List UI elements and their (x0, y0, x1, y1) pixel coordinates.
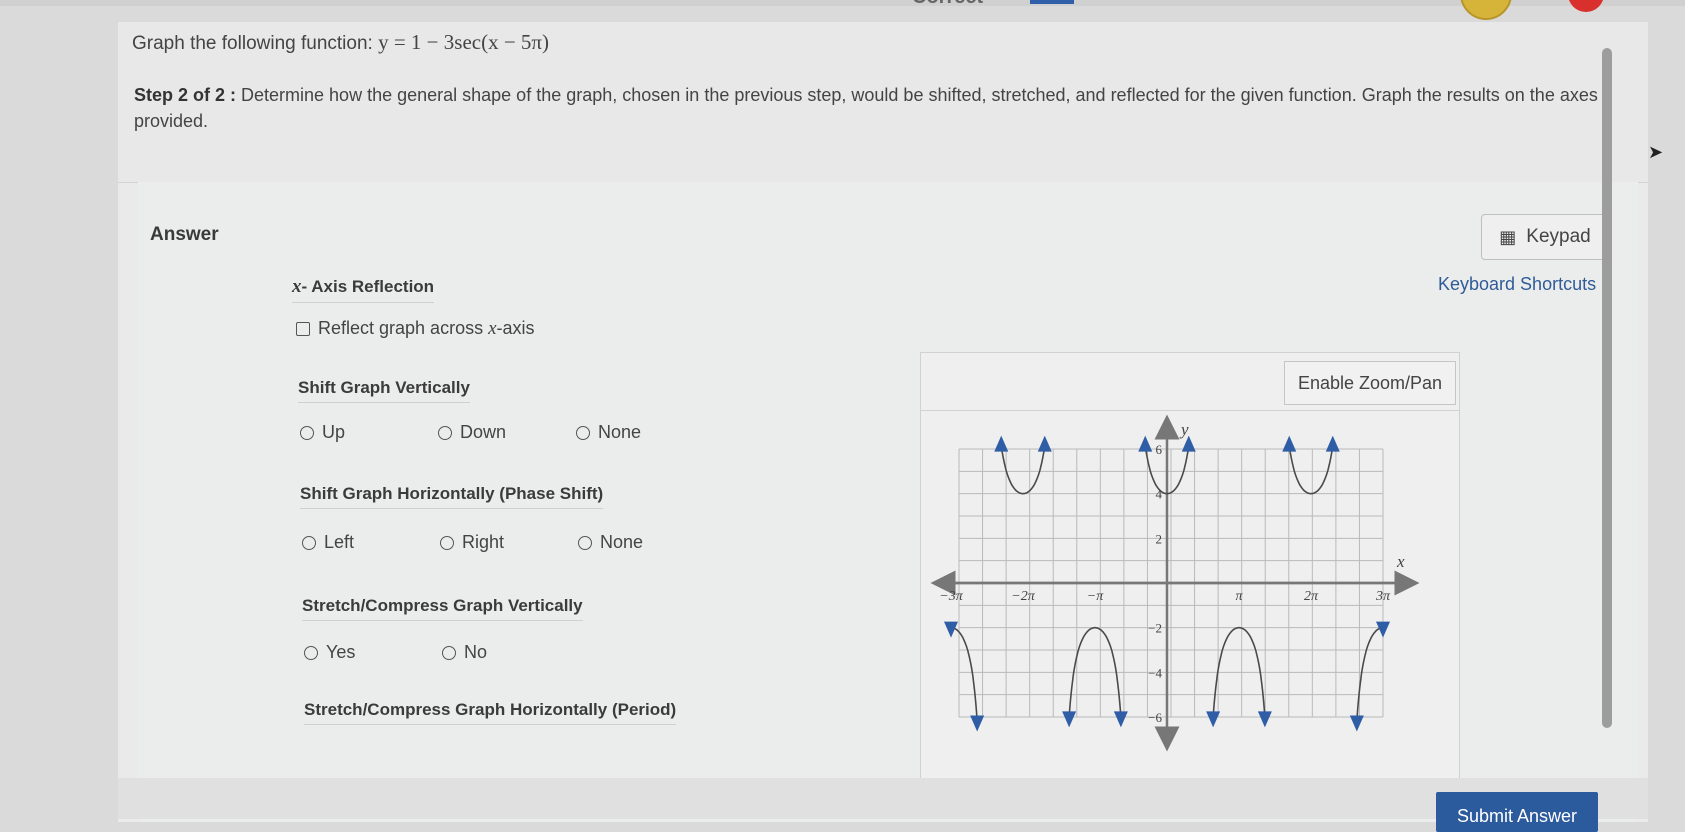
stretch-no-label: No (464, 642, 488, 662)
curve-arrow-down-icon (1113, 711, 1128, 728)
vertical-scrollbar[interactable] (1602, 48, 1612, 728)
curve-arrow-up-icon (1037, 435, 1052, 452)
x-tick-label: 2π (1304, 589, 1319, 604)
shift-right-option[interactable]: Right (440, 532, 504, 553)
enable-zoom-pan-button[interactable]: Enable Zoom/Pan (1284, 361, 1456, 405)
stretch-yes-option[interactable]: Yes (304, 642, 355, 663)
secant-curve-branch (1000, 445, 1046, 495)
x-tick-label: −π (1087, 589, 1104, 604)
reflect-label-suffix: -axis (496, 318, 535, 338)
shift-horizontal-none-option[interactable]: None (578, 532, 643, 553)
y-tick-label: 6 (1156, 442, 1163, 457)
shift-up-option[interactable]: Up (300, 422, 345, 443)
reflection-section-title: x- Axis Reflection (292, 276, 435, 303)
x-axis-label: x (1396, 552, 1405, 571)
shift-right-radio[interactable] (440, 535, 454, 550)
stretch-yes-radio[interactable] (304, 645, 318, 660)
shift-down-radio[interactable] (438, 425, 452, 440)
shift-down-label: Down (460, 422, 507, 442)
curve-arrow-down-icon (1349, 715, 1364, 732)
curve-arrow-down-icon (1257, 711, 1272, 728)
graph-header: Enable Zoom/Pan (921, 353, 1459, 411)
stretch-yes-label: Yes (326, 642, 356, 662)
shift-left-radio[interactable] (302, 535, 316, 550)
question-title: Graph the following function: y = 1 − 3s… (132, 30, 549, 55)
x-tick-label: 3π (1375, 589, 1391, 604)
secant-curve-branch (1288, 445, 1334, 495)
x-tick-label: −2π (1011, 589, 1035, 604)
y-tick-label: 4 (1156, 487, 1163, 502)
secant-curve-branch (1356, 626, 1383, 722)
reflect-label-prefix: Reflect graph across (318, 318, 489, 338)
graph-labels: x y −3π −2π −π π 2π 3π 6 4 2 −2 −4 −6 (939, 420, 1405, 725)
calculator-icon: ▦ (1499, 226, 1517, 247)
shift-horizontal-none-radio[interactable] (578, 535, 592, 550)
keypad-label: Keypad (1526, 226, 1591, 247)
step-instructions: Step 2 of 2 : Determine how the general … (134, 82, 1614, 134)
submit-answer-button[interactable]: Submit Answer (1436, 792, 1598, 832)
curve-arrow-down-icon (1062, 711, 1077, 728)
mouse-cursor-icon: ➤ (1648, 142, 1664, 162)
heart-icon (1568, 0, 1604, 12)
curve-arrow-down-icon (970, 715, 985, 732)
stretch-no-radio[interactable] (442, 645, 456, 660)
reflect-checkbox-option[interactable]: Reflect graph across x-axis (296, 318, 535, 340)
curve-arrow-up-icon (994, 435, 1009, 452)
shift-horizontal-none-label: None (600, 532, 644, 552)
graph-axes (930, 414, 1420, 752)
curve-arrow-down-icon (1206, 711, 1221, 728)
x-tick-label: π (1235, 589, 1243, 604)
top-strip (0, 0, 1685, 6)
curve-arrow-up-icon (1282, 435, 1297, 452)
coin-icon (1460, 0, 1512, 20)
shift-up-label: Up (322, 422, 346, 442)
reflect-label-var: x (488, 318, 497, 339)
question-title-text: Graph the following function: (132, 33, 379, 54)
shift-vertical-none-option[interactable]: None (576, 422, 641, 443)
reflection-title-var: x (292, 276, 302, 297)
y-tick-label: 2 (1156, 531, 1163, 546)
curve-arrow-up-icon (1325, 435, 1340, 452)
keypad-button[interactable]: ▦ Keypad (1481, 214, 1609, 260)
keyboard-shortcuts-link[interactable]: Keyboard Shortcuts (1438, 274, 1596, 295)
secant-curve-branch (951, 626, 978, 722)
function-expression: y = 1 − 3sec(x − 5π) (378, 30, 550, 54)
graph-canvas[interactable]: x y −3π −2π −π π 2π 3π 6 4 2 −2 −4 −6 (921, 411, 1459, 799)
header-status-text: Correct (912, 0, 983, 9)
reflect-checkbox-label: Reflect graph across x-axis (318, 318, 535, 340)
shift-horizontal-title: Shift Graph Horizontally (Phase Shift) (300, 484, 604, 509)
question-area: Graph the following function: y = 1 − 3s… (118, 22, 1648, 183)
step-label: Step 2 of 2 : (134, 85, 237, 105)
shift-left-label: Left (324, 532, 355, 552)
answer-area: Answer ▦ Keypad Keyboard Shortcuts x- Ax… (138, 182, 1638, 822)
shift-vertical-none-radio[interactable] (576, 425, 590, 440)
footer-strip (118, 778, 1648, 819)
shift-left-option[interactable]: Left (302, 532, 354, 553)
graph-panel: Enable Zoom/Pan x y −3π −2π −π π 2π 3π 6 4 2 −2 −4… (920, 352, 1460, 800)
y-tick-label: −2 (1148, 621, 1162, 636)
reflect-checkbox[interactable] (296, 322, 310, 336)
step-text: Determine how the general shape of the g… (134, 85, 1598, 131)
y-tick-label: −4 (1148, 665, 1162, 680)
x-tick-label: −3π (939, 589, 963, 604)
shift-right-label: Right (462, 532, 505, 552)
curve-arrow-up-icon (1138, 435, 1153, 452)
shift-up-radio[interactable] (300, 425, 314, 440)
header-progress-indicator (1030, 0, 1074, 4)
answer-label: Answer (150, 224, 219, 245)
y-axis-label: y (1179, 420, 1189, 439)
shift-vertical-title: Shift Graph Vertically (298, 378, 470, 403)
reflection-title-text: - Axis Reflection (301, 277, 435, 296)
question-panel: Graph the following function: y = 1 − 3s… (118, 22, 1648, 822)
stretch-no-option[interactable]: No (442, 642, 487, 663)
stretch-horizontal-title: Stretch/Compress Graph Horizontally (Per… (304, 700, 677, 725)
shift-down-option[interactable]: Down (438, 422, 506, 443)
shift-vertical-none-label: None (598, 422, 642, 442)
y-tick-label: −6 (1148, 710, 1162, 725)
stretch-vertical-title: Stretch/Compress Graph Vertically (302, 596, 583, 621)
